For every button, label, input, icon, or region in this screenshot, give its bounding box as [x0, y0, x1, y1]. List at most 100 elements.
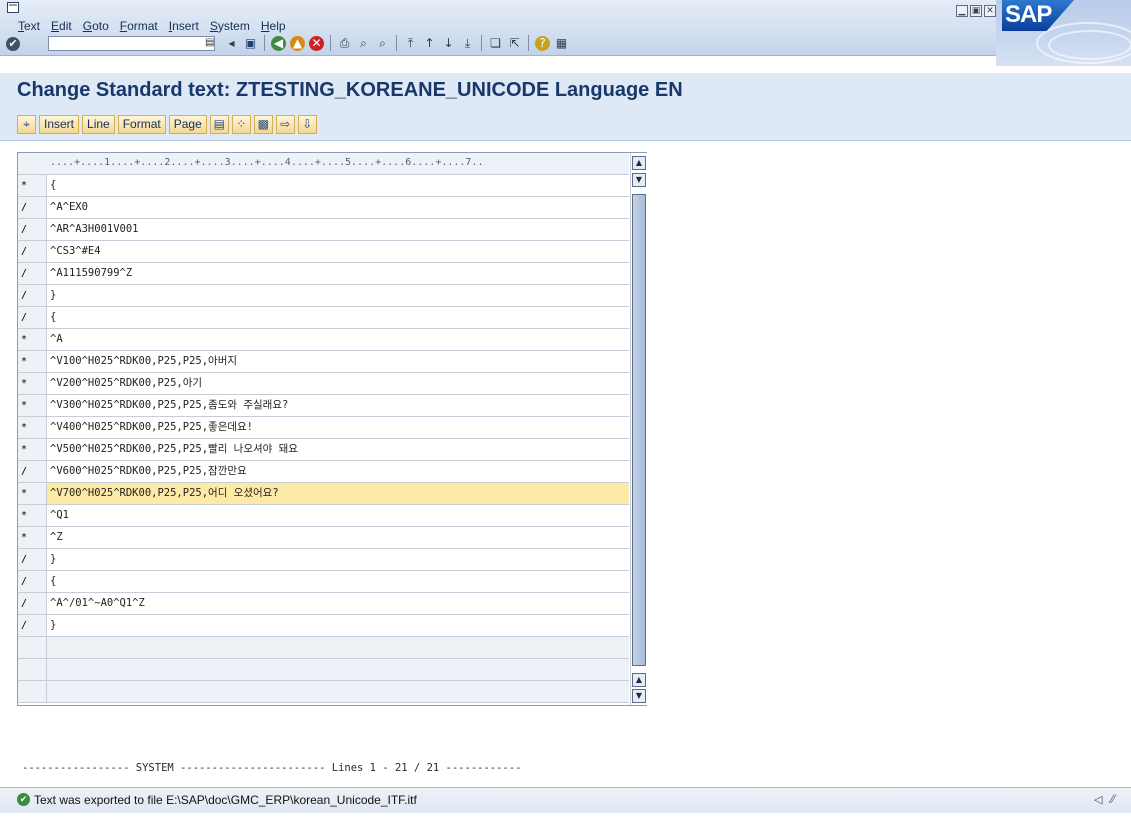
- line-text[interactable]: ^V400^H025^RDK00,P25,P25,좋은데요!: [50, 417, 629, 438]
- line-text[interactable]: ^A^EX0: [50, 197, 629, 218]
- select-icon[interactable]: ⌖: [17, 115, 36, 134]
- format-key[interactable]: /: [18, 285, 47, 306]
- editor-line[interactable]: / ^AR^A3H001V001: [18, 219, 629, 241]
- format-key[interactable]: /: [18, 263, 47, 284]
- line-text[interactable]: ^Z: [50, 527, 629, 548]
- scroll-up-icon[interactable]: ▲: [632, 673, 646, 687]
- graphic-icon[interactable]: ▩: [253, 115, 273, 134]
- format-key[interactable]: /: [18, 593, 47, 614]
- editor-line[interactable]: * ^V300^H025^RDK00,P25,P25,좀도와 주실래요?: [18, 395, 629, 417]
- line-text[interactable]: [50, 637, 629, 658]
- line-button[interactable]: Line: [82, 115, 115, 134]
- find-icon[interactable]: ⌕: [356, 36, 371, 51]
- last-page-icon[interactable]: ⤓: [460, 36, 475, 51]
- editor-line[interactable]: / ^CS3^#E4: [18, 241, 629, 263]
- editor-line[interactable]: /{: [18, 571, 629, 593]
- collapse-icon[interactable]: ◂: [224, 36, 239, 51]
- shortcut-icon[interactable]: ⇱: [507, 36, 522, 51]
- menu-format[interactable]: Format: [120, 19, 158, 33]
- editor-line[interactable]: [18, 637, 629, 659]
- format-key[interactable]: [18, 637, 47, 658]
- vertical-scrollbar[interactable]: ▲ ▼ ▲ ▼: [630, 153, 647, 705]
- line-text[interactable]: ^Q1: [50, 505, 629, 526]
- format-key[interactable]: [18, 681, 47, 702]
- create-session-icon[interactable]: ❏: [488, 36, 503, 51]
- clipboard-icon[interactable]: ▤: [209, 115, 229, 134]
- scroll-down-icon[interactable]: ▼: [632, 173, 646, 187]
- line-text[interactable]: ^V300^H025^RDK00,P25,P25,좀도와 주실래요?: [50, 395, 629, 416]
- status-expand-icon[interactable]: ◁: [1094, 793, 1102, 806]
- format-button[interactable]: Format: [117, 115, 166, 134]
- line-text[interactable]: ^A: [50, 329, 629, 350]
- close-icon[interactable]: ✕: [984, 5, 996, 17]
- save-icon[interactable]: ▣: [243, 36, 258, 51]
- editor-line[interactable]: /}: [18, 615, 629, 637]
- line-text[interactable]: ^V200^H025^RDK00,P25,아기: [50, 373, 629, 394]
- format-key[interactable]: *: [18, 175, 47, 196]
- line-text[interactable]: ^A111590799^Z: [50, 263, 629, 284]
- format-key[interactable]: /: [18, 615, 47, 636]
- scroll-thumb[interactable]: [632, 194, 646, 666]
- exit-icon[interactable]: ▲: [290, 35, 305, 51]
- menu-help[interactable]: Help: [261, 19, 286, 33]
- editor-line[interactable]: * ^V100^H025^RDK00,P25,P25,아버지: [18, 351, 629, 373]
- format-key[interactable]: /: [18, 307, 47, 328]
- editor-line[interactable]: / ^V600^H025^RDK00,P25,P25,잠깐만요: [18, 461, 629, 483]
- editor-line[interactable]: * ^Z: [18, 527, 629, 549]
- command-history-icon[interactable]: ▤: [205, 37, 214, 48]
- menu-edit[interactable]: Edit: [51, 19, 72, 33]
- format-key[interactable]: [18, 659, 47, 680]
- format-key[interactable]: /: [18, 197, 47, 218]
- format-key[interactable]: /: [18, 571, 47, 592]
- insert-button[interactable]: Insert: [39, 115, 80, 134]
- resize-grip-icon[interactable]: ⁄⁄: [1111, 792, 1115, 806]
- editor-line[interactable]: [18, 659, 629, 681]
- format-key[interactable]: *: [18, 483, 47, 504]
- format-key[interactable]: *: [18, 329, 47, 350]
- status-message[interactable]: Text was exported to file E:\SAP\doc\GMC…: [34, 793, 417, 807]
- maximize-icon[interactable]: ▣: [970, 5, 982, 17]
- move-icon[interactable]: ⇨: [275, 115, 295, 134]
- line-text[interactable]: ^A^/01^~A0^Q1^Z: [50, 593, 629, 614]
- include-icon[interactable]: ⁘: [231, 115, 251, 134]
- editor-line[interactable]: / ^A^/01^~A0^Q1^Z: [18, 593, 629, 615]
- line-text[interactable]: ^AR^A3H001V001: [50, 219, 629, 240]
- editor-line[interactable]: * ^V200^H025^RDK00,P25,아기: [18, 373, 629, 395]
- line-text[interactable]: {: [50, 175, 629, 196]
- format-key[interactable]: *: [18, 417, 47, 438]
- editor-line[interactable]: * ^V700^H025^RDK00,P25,P25,어디 오셨어요?: [18, 483, 629, 505]
- scroll-down-icon[interactable]: ▼: [632, 689, 646, 703]
- export-icon[interactable]: ⇩: [297, 115, 317, 134]
- editor-line[interactable]: / ^A111590799^Z: [18, 263, 629, 285]
- line-text[interactable]: {: [50, 307, 629, 328]
- line-text[interactable]: ^CS3^#E4: [50, 241, 629, 262]
- editor-line[interactable]: /}: [18, 285, 629, 307]
- cancel-icon[interactable]: ✕: [309, 35, 324, 51]
- previous-page-icon[interactable]: ↑: [422, 36, 437, 51]
- command-field[interactable]: [48, 36, 215, 51]
- editor-line[interactable]: * ^Q1: [18, 505, 629, 527]
- menu-insert[interactable]: Insert: [169, 19, 199, 33]
- layout-icon[interactable]: ▦: [554, 36, 569, 51]
- line-text[interactable]: [50, 681, 629, 702]
- print-icon[interactable]: ⎙: [337, 36, 352, 51]
- editor-line[interactable]: * ^A: [18, 329, 629, 351]
- line-text[interactable]: ^V700^H025^RDK00,P25,P25,어디 오셨어요?: [50, 483, 629, 504]
- editor-line[interactable]: /}: [18, 549, 629, 571]
- first-page-icon[interactable]: ⤒: [403, 36, 418, 51]
- format-key[interactable]: *: [18, 439, 47, 460]
- minimize-icon[interactable]: ▁: [956, 5, 968, 17]
- scroll-up-icon[interactable]: ▲: [632, 156, 646, 170]
- enter-icon[interactable]: ✔: [6, 37, 20, 51]
- format-key[interactable]: /: [18, 241, 47, 262]
- line-text[interactable]: }: [50, 615, 629, 636]
- editor-line[interactable]: *{: [18, 175, 629, 197]
- system-menu-icon[interactable]: [7, 2, 19, 13]
- line-text[interactable]: }: [50, 549, 629, 570]
- format-key[interactable]: /: [18, 219, 47, 240]
- format-key[interactable]: *: [18, 527, 47, 548]
- format-key[interactable]: *: [18, 505, 47, 526]
- format-key[interactable]: *: [18, 395, 47, 416]
- line-text[interactable]: [50, 659, 629, 680]
- editor-line[interactable]: /{: [18, 307, 629, 329]
